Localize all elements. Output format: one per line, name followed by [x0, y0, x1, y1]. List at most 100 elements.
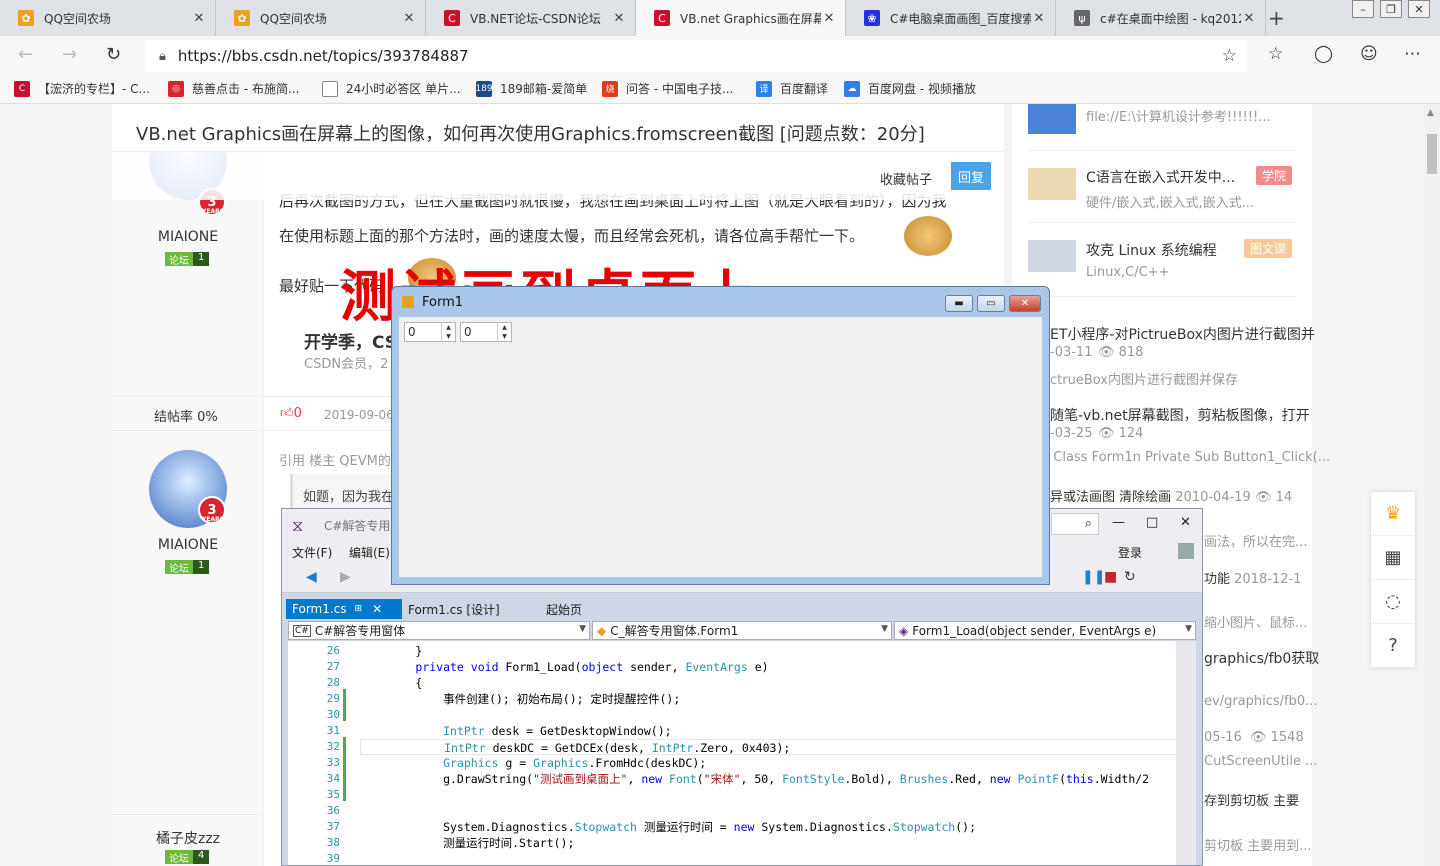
bookmark-item[interactable]: 译 百度翻译: [756, 80, 828, 97]
bookmark-item[interactable]: ◎ 慈善点击 - 布施简...: [168, 80, 299, 97]
code-navigation-bar: C# C#解答专用窗体 ▼ ◆ C_解答专用窗体.Form1 ▼ ◈ Form1_L…: [282, 621, 1202, 641]
spinner-arrows-icon[interactable]: ▲ ▼: [497, 323, 511, 341]
divider: [112, 814, 264, 815]
new-tab-button[interactable]: +: [1268, 6, 1285, 30]
related-item-title[interactable]: graphics/fb0获取: [1204, 648, 1319, 668]
emoji-icon[interactable]: ☺: [1360, 44, 1378, 64]
close-icon[interactable]: ✕: [191, 11, 207, 26]
reply-button[interactable]: 回复: [951, 162, 991, 190]
line-number: 39: [326, 852, 340, 865]
related-item-title[interactable]: 功能 2018-12-1: [1204, 568, 1301, 587]
maximize-button[interactable]: □: [1146, 515, 1158, 530]
crown-icon[interactable]: ♛: [1371, 492, 1415, 536]
account-icon[interactable]: [1178, 543, 1194, 559]
help-icon[interactable]: ?: [1371, 624, 1415, 668]
favorite-post-button[interactable]: 收藏帖子: [880, 169, 932, 188]
url-text[interactable]: https://bbs.csdn.net/topics/393784887: [178, 47, 469, 65]
tab-qq-farm-1[interactable]: ✿ QQ空间农场 ✕: [0, 0, 216, 36]
tab-vbnet-graphics[interactable]: C VB.net Graphics画在屏幕上 ✕: [636, 0, 846, 36]
restore-button[interactable]: ❐: [1380, 0, 1402, 18]
form1-title-bar[interactable]: Form1 ▬ ▭ ✕: [392, 287, 1049, 317]
related-item-title[interactable]: file://E:\计算机设计参考!!!!!!...: [1086, 106, 1271, 125]
tab-start-page[interactable]: 起始页: [540, 599, 588, 619]
spinner-arrows-icon[interactable]: ▲ ▼: [441, 323, 455, 341]
profile-icon[interactable]: ◯: [1314, 44, 1333, 64]
close-window-button[interactable]: ✕: [1180, 515, 1191, 530]
bookmark-item[interactable]: C 【浤济的专栏】- C...: [14, 80, 150, 97]
level-badge: 论坛 1: [165, 560, 210, 575]
close-icon[interactable]: ✕: [611, 11, 627, 26]
close-window-button[interactable]: ✕: [1408, 0, 1430, 18]
related-item-title[interactable]: 攻克 Linux 系统编程: [1086, 240, 1217, 260]
spinner-value[interactable]: 0: [408, 325, 416, 339]
tab-form1-design[interactable]: Form1.cs [设计]: [402, 599, 506, 619]
editor-scrollbar[interactable]: [1176, 641, 1196, 865]
minimize-button[interactable]: —: [1112, 515, 1125, 530]
class-dropdown[interactable]: ◆ C_解答专用窗体.Form1 ▼: [592, 621, 892, 640]
pause-icon[interactable]: ❚❚: [1082, 569, 1105, 585]
tab-csdn-forum[interactable]: C VB.NET论坛-CSDN论坛 ✕: [426, 0, 636, 36]
stop-icon[interactable]: ■: [1104, 569, 1117, 585]
reload-button[interactable]: ↻: [106, 44, 121, 65]
code-editor[interactable]: 26 27 28 29 30 31 32 33 34 35 36 37 38 39 } private v…: [288, 641, 1182, 865]
related-item-title[interactable]: C语言在嵌入式开发中...: [1086, 167, 1235, 187]
close-icon[interactable]: ✕: [1031, 11, 1047, 26]
level-number: 4: [193, 850, 210, 864]
close-icon[interactable]: ✕: [372, 602, 382, 616]
bookmark-item[interactable]: 烧 问答 - 中国电子技...: [602, 80, 733, 97]
tab-qq-farm-2[interactable]: ✿ QQ空间农场 ✕: [216, 0, 426, 36]
maximize-button[interactable]: ▭: [977, 295, 1005, 312]
numeric-updown-2[interactable]: 0 ▲ ▼: [460, 322, 512, 342]
quick-launch-search[interactable]: ⌕: [1051, 513, 1099, 535]
member-dropdown[interactable]: ◈ Form1_Load(object sender, EventArgs e)…: [894, 621, 1196, 640]
username[interactable]: MIAIONE: [112, 537, 264, 553]
tab-form1-cs[interactable]: Form1.cs ⊞ ✕: [286, 599, 402, 619]
tab-baidu-search[interactable]: ❀ C#电脑桌面画图_百度搜索 ✕: [846, 0, 1056, 36]
favorites-icon[interactable]: ☆: [1268, 44, 1283, 64]
restart-icon[interactable]: ↻: [1124, 569, 1136, 585]
back-button[interactable]: ←: [18, 44, 33, 65]
spinner-value[interactable]: 0: [464, 325, 472, 339]
menu-icon[interactable]: ⋯: [1404, 44, 1421, 64]
related-item-title[interactable]: ET小程序-对PictrueBox内图片进行截图并: [1050, 324, 1315, 344]
username[interactable]: 橘子皮zzz: [112, 828, 264, 848]
related-item-title[interactable]: 随笔-vb.net屏幕截图，剪粘板图像，打开: [1050, 405, 1310, 425]
close-icon[interactable]: ✕: [821, 11, 837, 26]
address-bar[interactable]: 🔒︎ https://bbs.csdn.net/topics/393784887…: [145, 40, 1247, 72]
scrollbar-thumb[interactable]: [1427, 134, 1437, 174]
chevron-down-icon: ▼: [579, 624, 586, 634]
related-item-title[interactable]: 存到剪切板 主要: [1204, 790, 1299, 809]
page-scrollbar[interactable]: ▲: [1424, 104, 1440, 866]
bookmark-label: 百度网盘 - 视频播放: [868, 82, 976, 96]
close-icon[interactable]: ✕: [1241, 11, 1257, 26]
feedback-icon[interactable]: ◌: [1371, 580, 1415, 624]
menu-edit[interactable]: 编辑(E): [349, 544, 390, 561]
tab-kq2012-blog[interactable]: ψ c#在桌面中绘图 - kq2012 ✕: [1056, 0, 1266, 36]
minimize-button[interactable]: –: [1352, 0, 1374, 18]
forward-button[interactable]: →: [62, 44, 77, 65]
login-link[interactable]: 登录: [1118, 544, 1142, 561]
views-count: 14: [1275, 490, 1293, 505]
level-number: 1: [193, 252, 210, 266]
numeric-updown-1[interactable]: 0 ▲ ▼: [404, 322, 456, 342]
related-item-sub: Linux,C/C++: [1086, 265, 1170, 280]
code-text[interactable]: } private void Form1_Load(object sender,…: [360, 643, 1180, 865]
pin-icon[interactable]: ⊞: [355, 604, 363, 614]
navigate-forward-icon[interactable]: ▶: [340, 569, 351, 585]
qr-code-icon[interactable]: ▦: [1371, 536, 1415, 580]
related-item-title[interactable]: 异或法画图 清除绘画 2010-04-19 👁︎ 14: [1050, 486, 1292, 505]
username[interactable]: MIAIONE: [112, 229, 264, 245]
bookmark-item[interactable]: ☁ 百度网盘 - 视频播放: [844, 80, 976, 97]
bookmark-item[interactable]: 24小时必答区 单片...: [322, 80, 461, 97]
project-dropdown[interactable]: C# C#解答专用窗体 ▼: [288, 621, 590, 640]
like-button[interactable]: 👍︎0: [280, 406, 302, 421]
bookmark-item[interactable]: 189 189邮箱-爱简单: [475, 80, 587, 97]
bookmark-star-icon[interactable]: ☆: [1222, 46, 1237, 66]
close-icon[interactable]: ✕: [401, 11, 417, 26]
tab-label: Form1.cs: [292, 602, 347, 616]
navigate-back-icon[interactable]: ◀: [306, 569, 317, 585]
minimize-button[interactable]: ▬: [945, 295, 973, 312]
menu-file[interactable]: 文件(F): [292, 544, 332, 561]
scroll-up-icon[interactable]: ▲: [1427, 108, 1434, 118]
close-button[interactable]: ✕: [1009, 295, 1041, 312]
